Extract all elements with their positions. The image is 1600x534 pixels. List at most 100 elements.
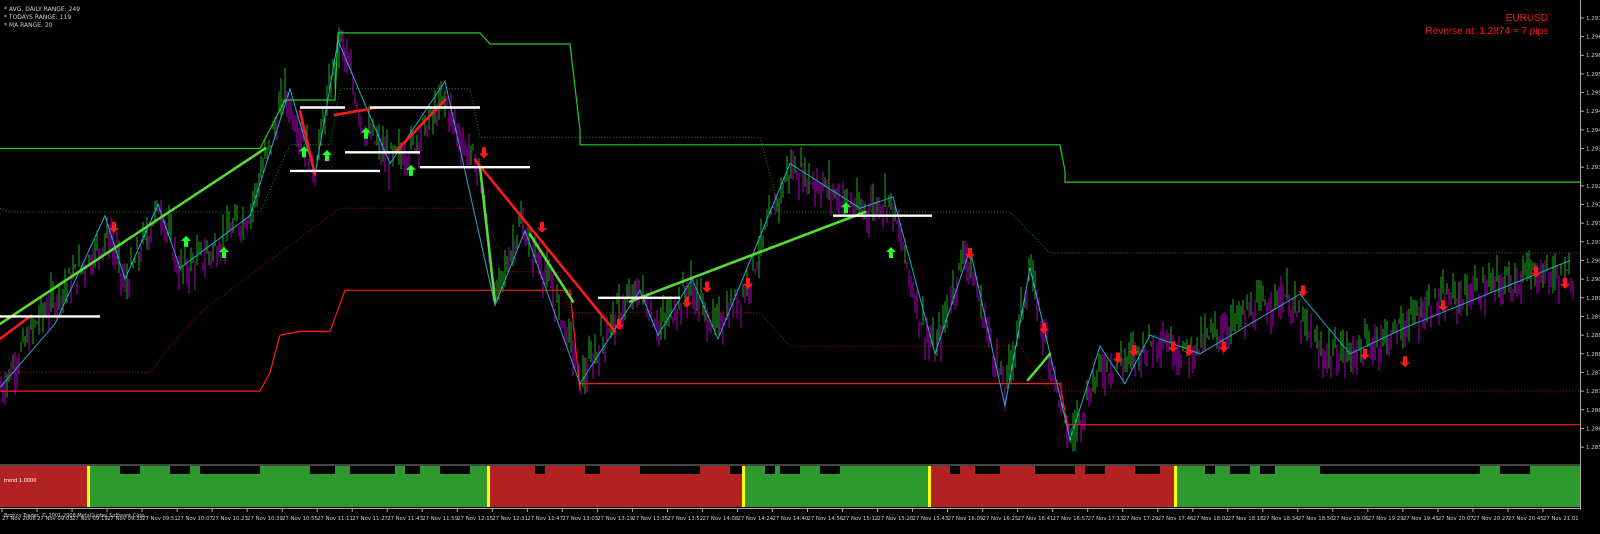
price-tick-label: 1.2860: [1586, 426, 1600, 432]
time-tick-label: 27 Nov 17:29: [1123, 516, 1159, 522]
price-tick-label: 1.2895: [1586, 296, 1600, 302]
hist-notch: [170, 466, 190, 474]
price-tick-label: 1.2885: [1586, 333, 1600, 339]
price-tick-label: 1.2965: [1586, 35, 1600, 41]
symbol-name: EURUSD: [1505, 13, 1548, 24]
channels: [0, 32, 1580, 429]
hist-notch: [640, 466, 700, 474]
time-tick-label: 27 Nov 11:11: [317, 516, 353, 522]
down-arrow-icon: [1400, 356, 1410, 368]
time-tick-label: 27 Nov 19:45: [1403, 516, 1439, 522]
time-tick-label: 27 Nov 18:18: [1228, 516, 1264, 522]
time-tick-label: 27 Nov 10:55: [282, 516, 318, 522]
hist-notch: [1500, 466, 1530, 474]
hist-notch: [1085, 466, 1105, 474]
hist-notch: [780, 466, 800, 474]
hist-segment: [0, 466, 88, 507]
time-tick-label: 27 Nov 16:41: [1018, 516, 1054, 522]
down-arrow-icon: [1560, 277, 1570, 289]
time-tick-label: 27 Nov 13:19: [597, 516, 633, 522]
hist-notch: [975, 466, 1000, 474]
time-tick-label: 27 Nov 14:24: [737, 516, 773, 522]
green-trend-line: [0, 147, 267, 326]
info-ma-range: * MA RANGE: 20: [4, 22, 53, 29]
hist-notch: [585, 466, 600, 474]
hist-separator: [87, 466, 90, 507]
price-axis[interactable]: 1.2970 1.2965 1.2960 1.2955 1.2950 1.2945 1.29…: [1580, 0, 1600, 510]
time-tick-label: 27 Nov 20:07: [1438, 516, 1474, 522]
price-tick-label: 1.2940: [1586, 128, 1600, 134]
time-tick-label: 27 Nov 12:31: [492, 516, 528, 522]
time-tick-label: 27 Nov 19:06: [1333, 516, 1369, 522]
up-arrow-icon: [322, 150, 332, 161]
time-tick-label: 27 Nov 15:12: [843, 516, 879, 522]
down-arrow-icon: [537, 221, 547, 233]
copyright-text: Bronco Trader, © 2001-2008 MetaQuotes So…: [4, 513, 147, 519]
time-tick-label: 27 Nov 11:43: [387, 516, 423, 522]
hist-notch: [440, 466, 470, 474]
price-chart: 1.2970 1.2965 1.2960 1.2955 1.2950 1.2945 1.29…: [0, 0, 1600, 522]
time-tick-label: 27 Nov 12:15: [457, 516, 493, 522]
chart-root: 1.2970 1.2965 1.2960 1.2955 1.2950 1.2945 1.29…: [0, 0, 1600, 530]
hist-notch: [405, 466, 420, 474]
hist-notch: [120, 466, 140, 474]
price-tick-label: 1.2910: [1586, 240, 1600, 246]
candles: [0, 27, 1574, 452]
price-tick-label: 1.2855: [1586, 445, 1600, 451]
time-tick-label: 27 Nov 11:59: [422, 516, 458, 522]
up-arrow-icon: [181, 235, 191, 247]
time-tick-label: 27 Nov 17:46: [1158, 516, 1194, 522]
red-trend-line: [298, 109, 317, 176]
time-tick-label: 27 Nov 10:07: [177, 516, 213, 522]
hist-notch: [1205, 466, 1215, 474]
hist-notch: [310, 466, 335, 474]
hist-segment: [488, 466, 743, 507]
hist-notch: [1035, 466, 1075, 474]
time-tick-label: 27 Nov 16:09: [948, 516, 984, 522]
hist-notch: [1230, 466, 1250, 474]
time-tick-label: 27 Nov 13:52: [667, 516, 703, 522]
time-tick-label: 27 Nov 21:01: [1543, 516, 1579, 522]
price-tick-label: 1.2955: [1586, 72, 1600, 78]
time-tick-label: 27 Nov 18:34: [1263, 516, 1299, 522]
hist-segment: [88, 466, 488, 507]
hist-notch: [1320, 466, 1480, 474]
time-tick-label: 27 Nov 17:13: [1088, 516, 1124, 522]
green-trend-line: [528, 233, 575, 303]
up-arrow-icon: [886, 247, 896, 259]
price-tick-label: 1.2935: [1586, 147, 1600, 153]
time-tick-label: 27 Nov 18:50: [1298, 516, 1334, 522]
hist-notch: [200, 466, 260, 474]
zigzag-line: [0, 38, 1571, 442]
time-axis[interactable]: 27 Nov 2008 27 Nov 09:03 27 Nov 09:19 27 No…: [0, 508, 1580, 522]
time-tick-label: 27 Nov 10:39: [247, 516, 283, 522]
price-tick-label: 1.2945: [1586, 109, 1600, 115]
info-panel: * AVG. DAILY RANGE: 249 * TODAYS RANGE: …: [4, 6, 80, 30]
time-tick-label: 27 Nov 13:03: [562, 516, 598, 522]
price-tick-label: 1.2925: [1586, 184, 1600, 190]
hist-notch: [950, 466, 960, 474]
green-trend-line: [478, 165, 497, 303]
level-lines: [0, 106, 932, 318]
price-tick-label: 1.2970: [1586, 16, 1600, 22]
reverse-at-text: Reverse at: 1.2874 = 7 pips: [1425, 26, 1548, 37]
price-tick-label: 1.2915: [1586, 221, 1600, 227]
hist-separator: [742, 466, 745, 507]
hist-separator: [487, 466, 490, 507]
hist-separator: [928, 466, 931, 507]
time-tick-label: 27 Nov 09:51: [142, 516, 178, 522]
time-tick-label: 27 Nov 15:28: [878, 516, 914, 522]
price-tick-label: 1.2905: [1586, 258, 1600, 264]
indicator-label: trend 1.0000: [4, 478, 37, 484]
time-tick-label: 27 Nov 16:25: [983, 516, 1019, 522]
lower-dotted-line: [0, 207, 1580, 392]
hist-notch: [535, 466, 545, 474]
time-tick-label: 27 Nov 14:40: [772, 516, 808, 522]
price-tick-label: 1.2880: [1586, 352, 1600, 358]
price-tick-label: 1.2875: [1586, 370, 1600, 376]
price-tick-label: 1.2950: [1586, 91, 1600, 97]
symbol-panel: EURUSD Reverse at: 1.2874 = 7 pips: [1425, 12, 1548, 38]
hist-notch: [820, 466, 840, 474]
hist-notch: [765, 466, 775, 474]
price-tick-label: 1.2865: [1586, 408, 1600, 414]
